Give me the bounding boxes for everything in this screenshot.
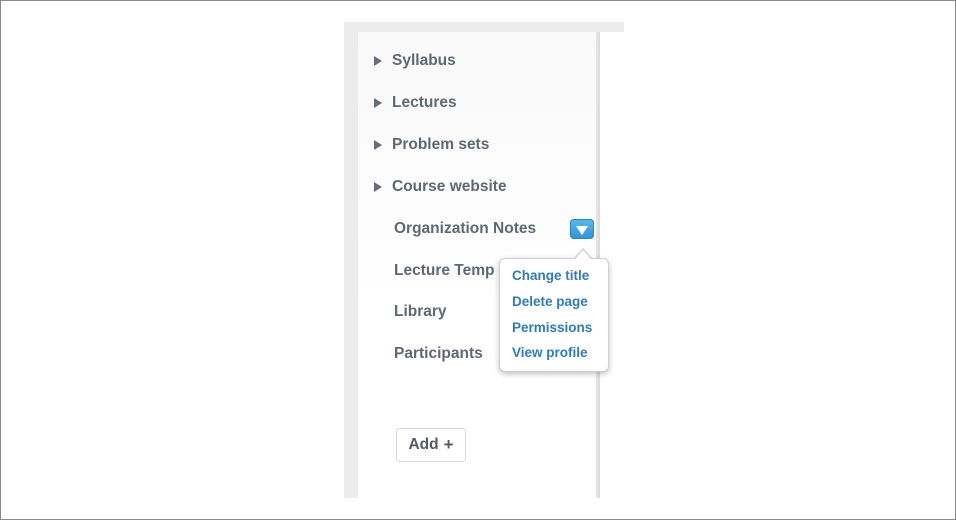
sidebar-item-problem-sets[interactable]: Problem sets <box>374 134 489 156</box>
sidebar-item-library[interactable]: Library <box>394 301 447 323</box>
page-options-dropdown-button[interactable] <box>570 219 594 239</box>
page-options-menu: Change title Delete page Permissions Vie… <box>499 258 609 372</box>
caret-right-icon[interactable] <box>374 98 382 108</box>
sidebar-item-label: Course website <box>392 178 507 195</box>
sidebar-item-label: Lecture Temp <box>394 262 495 279</box>
menu-item-permissions[interactable]: Permissions <box>512 320 592 335</box>
dropdown-arrow-icon <box>576 225 588 235</box>
sidebar-item-course-website[interactable]: Course website <box>374 176 507 198</box>
sidebar-item-participants[interactable]: Participants <box>394 343 483 365</box>
add-button-label: Add <box>408 436 439 453</box>
sidebar-item-label: Problem sets <box>392 136 490 153</box>
sidebar-item-lecture-temp[interactable]: Lecture Temp <box>394 260 495 282</box>
sidebar-item-syllabus[interactable]: Syllabus <box>374 50 456 72</box>
top-strip <box>344 22 624 32</box>
sidebar-item-label: Lectures <box>392 94 457 111</box>
sidebar-item-organization-notes[interactable]: Organization Notes <box>394 218 536 240</box>
sidebar-item-label: Organization Notes <box>394 220 537 237</box>
menu-item-change-title[interactable]: Change title <box>512 268 589 283</box>
left-strip <box>344 22 358 498</box>
page-sidebar: Syllabus Lectures Problem sets Course we… <box>344 22 624 498</box>
sidebar-item-label: Participants <box>394 345 483 362</box>
caret-right-icon[interactable] <box>374 140 382 150</box>
add-page-button[interactable]: Add + <box>396 428 466 462</box>
caret-right-icon[interactable] <box>374 182 382 192</box>
sidebar-item-lectures[interactable]: Lectures <box>374 92 457 114</box>
menu-item-delete-page[interactable]: Delete page <box>512 294 588 309</box>
sidebar-item-label: Library <box>394 303 447 320</box>
menu-item-view-profile[interactable]: View profile <box>512 345 588 360</box>
plus-icon: + <box>443 435 454 454</box>
sidebar-item-label: Syllabus <box>392 52 456 69</box>
caret-right-icon[interactable] <box>374 56 382 66</box>
menu-pointer-fill <box>574 250 592 260</box>
